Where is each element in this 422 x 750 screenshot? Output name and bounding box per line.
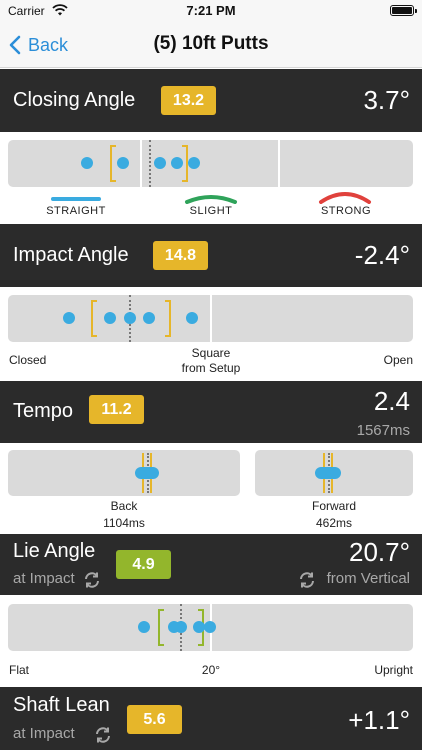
arc-label-slight: SLIGHT xyxy=(189,205,233,217)
lie-angle-sublabel: at Impact xyxy=(13,570,75,587)
refresh-icon[interactable] xyxy=(83,571,101,589)
tempo-back-value: 1104ms xyxy=(103,516,145,530)
lie-angle-value: 20.7° xyxy=(348,537,410,567)
tempo-back-marker xyxy=(135,467,159,479)
putt-dot xyxy=(186,312,198,324)
tempo-forward-value: 462ms xyxy=(315,516,353,530)
putt-dot xyxy=(63,312,75,324)
putt-dot xyxy=(204,621,216,633)
lie-left-label: Flat xyxy=(9,663,30,677)
tempo-panel: Back 1104ms Forward 462ms xyxy=(0,443,422,534)
refresh-icon[interactable] xyxy=(298,571,316,589)
refresh-icon[interactable] xyxy=(94,726,112,744)
putt-dot xyxy=(175,621,187,633)
lie-angle-badge: 4.9 xyxy=(116,550,171,579)
putt-dot xyxy=(104,312,116,324)
status-time: 7:21 PM xyxy=(186,3,236,18)
impact-center-sublabel: from Setup xyxy=(181,361,241,375)
impact-center-label: Square xyxy=(191,346,231,360)
tempo-badge: 11.2 xyxy=(89,395,144,424)
battery-icon xyxy=(390,5,417,16)
putt-dot xyxy=(138,621,150,633)
impact-left-label: Closed xyxy=(9,353,47,367)
arc-label-strong: STRONG xyxy=(320,205,372,217)
closing-angle-badge: 13.2 xyxy=(161,86,216,115)
tempo-title: Tempo xyxy=(13,400,74,422)
closing-angle-title: Closing Angle xyxy=(13,89,136,111)
range-bracket-left xyxy=(110,145,116,182)
shaft-lean-badge: 5.6 xyxy=(127,705,182,734)
putt-dot xyxy=(143,312,155,324)
tempo-forward-marker xyxy=(315,467,341,479)
track-divider xyxy=(140,140,142,187)
track-divider xyxy=(210,295,212,342)
tempo-subvalue: 1567ms xyxy=(356,422,410,439)
tempo-forward-label: Forward xyxy=(311,499,356,513)
lie-right-label: Upright xyxy=(374,663,413,677)
shaft-lean-title: Shaft Lean xyxy=(13,694,110,716)
shaft-lean-header[interactable]: Shaft Lean at Impact 5.6 +1.1° xyxy=(0,687,422,750)
impact-angle-title: Impact Angle xyxy=(13,244,129,266)
lie-angle-header[interactable]: Lie Angle at Impact 4.9 20.7° from Verti… xyxy=(0,534,422,595)
putt-dot xyxy=(171,157,183,169)
range-bracket-left xyxy=(158,609,164,646)
lie-angle-subvalue: from Vertical xyxy=(326,570,410,587)
track-divider xyxy=(278,140,280,187)
arc-label-straight: STRAIGHT xyxy=(46,205,106,217)
center-line xyxy=(149,140,151,187)
putt-dot xyxy=(188,157,200,169)
impact-angle-track xyxy=(8,295,413,342)
impact-angle-value: -2.4° xyxy=(354,240,410,270)
lie-angle-track xyxy=(8,604,413,651)
putt-dot xyxy=(154,157,166,169)
tempo-forward-track xyxy=(255,450,413,496)
tempo-header[interactable]: Tempo 11.2 2.4 1567ms xyxy=(0,381,422,443)
closing-angle-header[interactable]: Closing Angle 13.2 3.7° xyxy=(0,69,422,132)
closing-angle-track xyxy=(8,140,413,187)
nav-bar: Back (5) 10ft Putts xyxy=(0,22,422,68)
tempo-back-track xyxy=(8,450,240,496)
lie-center-label: 20° xyxy=(201,663,221,677)
lie-angle-title: Lie Angle xyxy=(13,540,96,562)
impact-right-label: Open xyxy=(383,353,413,367)
impact-angle-panel: Closed Square from Setup Open xyxy=(0,287,422,381)
range-bracket-right xyxy=(165,300,171,337)
shaft-lean-sublabel: at Impact xyxy=(13,725,75,742)
range-bracket-left xyxy=(91,300,97,337)
putt-dot xyxy=(117,157,129,169)
impact-angle-header[interactable]: Impact Angle 14.8 -2.4° xyxy=(0,224,422,287)
strong-arc-icon xyxy=(319,192,371,204)
status-bar: Carrier 7:21 PM xyxy=(0,0,422,22)
shaft-lean-value: +1.1° xyxy=(348,705,410,735)
closing-angle-value: 3.7° xyxy=(363,85,410,115)
impact-angle-badge: 14.8 xyxy=(153,241,208,270)
lie-angle-panel: Flat 20° Upright xyxy=(0,595,422,687)
putt-dot xyxy=(81,157,93,169)
tempo-back-label: Back xyxy=(110,499,138,513)
straight-arc-icon xyxy=(51,197,101,201)
slight-arc-icon xyxy=(185,195,237,204)
closing-angle-panel: STRAIGHT SLIGHT STRONG xyxy=(0,132,422,224)
tempo-value: 2.4 xyxy=(373,386,410,416)
page-title: (5) 10ft Putts xyxy=(153,33,269,54)
putt-dot xyxy=(124,312,136,324)
